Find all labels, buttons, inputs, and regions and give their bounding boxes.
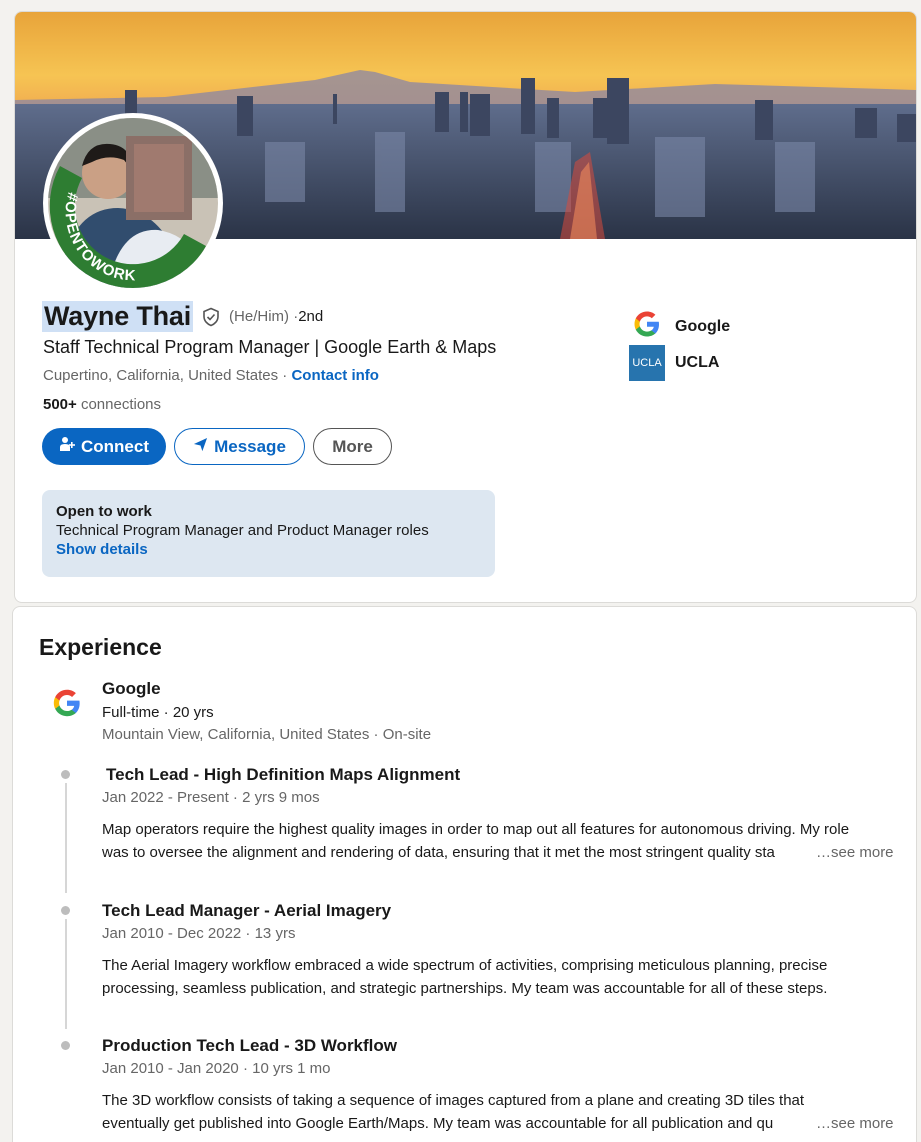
experience-heading: Experience xyxy=(39,634,162,660)
google-logo-icon xyxy=(629,306,665,347)
add-person-icon xyxy=(59,436,75,457)
org-name-ucla: UCLA xyxy=(675,354,720,371)
connection-degree: 2nd xyxy=(298,308,324,325)
timeline-dot xyxy=(61,1041,70,1050)
timeline-connector xyxy=(65,919,67,1029)
timeline-connector xyxy=(65,783,67,893)
verified-shield-icon[interactable] xyxy=(201,307,221,327)
role-dates: Jan 2010 - Jan 2020 · 10 yrs 1 mo xyxy=(102,1060,331,1077)
name-row: Wayne Thai (He/Him) · 2nd xyxy=(42,301,323,332)
role-desc-line1: Map operators require the highest qualit… xyxy=(102,821,850,838)
connections-number: 500+ xyxy=(43,396,77,413)
role-desc-line1: The 3D workflow consists of taking a seq… xyxy=(102,1092,805,1109)
company-tenure: Full-time · 20 yrs xyxy=(102,704,214,721)
role-title[interactable]: Tech Lead Manager - Aerial Imagery xyxy=(102,901,902,921)
role-desc-line2: processing, seamless publication, and st… xyxy=(102,980,828,997)
role-item: Tech Lead Manager - Aerial Imagery Jan 2… xyxy=(102,901,902,1000)
open-to-work-box: Open to work Technical Program Manager a… xyxy=(42,490,495,577)
role-desc-line2: eventually get published into Google Ear… xyxy=(102,1115,774,1132)
timeline-dot xyxy=(61,906,70,915)
connect-button[interactable]: Connect xyxy=(42,428,166,465)
profile-name: Wayne Thai xyxy=(42,301,194,332)
pronouns: (He/Him) · xyxy=(229,308,299,325)
profile-avatar[interactable]: #OPENTOWORK xyxy=(43,113,223,293)
role-title[interactable]: Production Tech Lead - 3D Workflow xyxy=(102,1036,902,1056)
role-description: The 3D workflow consists of taking a seq… xyxy=(102,1089,902,1135)
role-description: Map operators require the highest qualit… xyxy=(102,818,902,864)
open-to-work-roles: Technical Program Manager and Product Ma… xyxy=(56,522,429,539)
experience-section: Experience Google Full-time · 20 yrs Mou… xyxy=(12,606,917,1142)
more-button[interactable]: More xyxy=(313,428,392,465)
show-details-link[interactable]: Show details xyxy=(56,541,481,558)
connections-label: connections xyxy=(76,396,162,413)
contact-info-link[interactable]: Contact info xyxy=(291,367,379,384)
company-name[interactable]: Google xyxy=(102,679,161,699)
profile-headline: Staff Technical Program Manager | Google… xyxy=(43,337,497,357)
timeline-dot xyxy=(61,770,70,779)
profile-location: Cupertino, California, United States · xyxy=(43,367,292,384)
see-more-link[interactable]: …see more xyxy=(812,841,894,864)
location-row: Cupertino, California, United States · C… xyxy=(43,367,379,384)
role-title[interactable]: Tech Lead - High Definition Maps Alignme… xyxy=(102,765,902,785)
org-google[interactable]: Google xyxy=(629,306,730,347)
role-dates: Jan 2022 - Present · 2 yrs 9 mos xyxy=(102,789,320,806)
see-more-link[interactable]: …see more xyxy=(812,1112,894,1135)
role-desc-line2: was to oversee the alignment and renderi… xyxy=(102,844,775,861)
profile-card: #OPENTOWORK Wayne Thai (He/Him) · 2nd St… xyxy=(14,11,917,603)
role-item: Production Tech Lead - 3D Workflow Jan 2… xyxy=(102,1036,902,1135)
ucla-logo-icon: UCLA xyxy=(629,345,665,381)
role-desc-line1: The Aerial Imagery workflow embraced a w… xyxy=(102,957,828,974)
open-to-work-title: Open to work xyxy=(56,503,152,520)
role-item: Tech Lead - High Definition Maps Alignme… xyxy=(102,765,902,864)
connect-label: Connect xyxy=(81,436,149,456)
message-button[interactable]: Message xyxy=(174,428,305,465)
company-location: Mountain View, California, United States… xyxy=(102,726,432,743)
org-ucla[interactable]: UCLA UCLA xyxy=(629,345,719,381)
more-label: More xyxy=(332,436,373,456)
role-description: The Aerial Imagery workflow embraced a w… xyxy=(102,954,902,1000)
message-label: Message xyxy=(214,436,286,456)
role-dates: Jan 2010 - Dec 2022 · 13 yrs xyxy=(102,925,296,942)
connections-count[interactable]: 500+ connections xyxy=(43,396,161,413)
google-company-logo-icon[interactable] xyxy=(48,684,86,727)
send-icon xyxy=(193,437,208,457)
org-name-google: Google xyxy=(675,317,731,335)
